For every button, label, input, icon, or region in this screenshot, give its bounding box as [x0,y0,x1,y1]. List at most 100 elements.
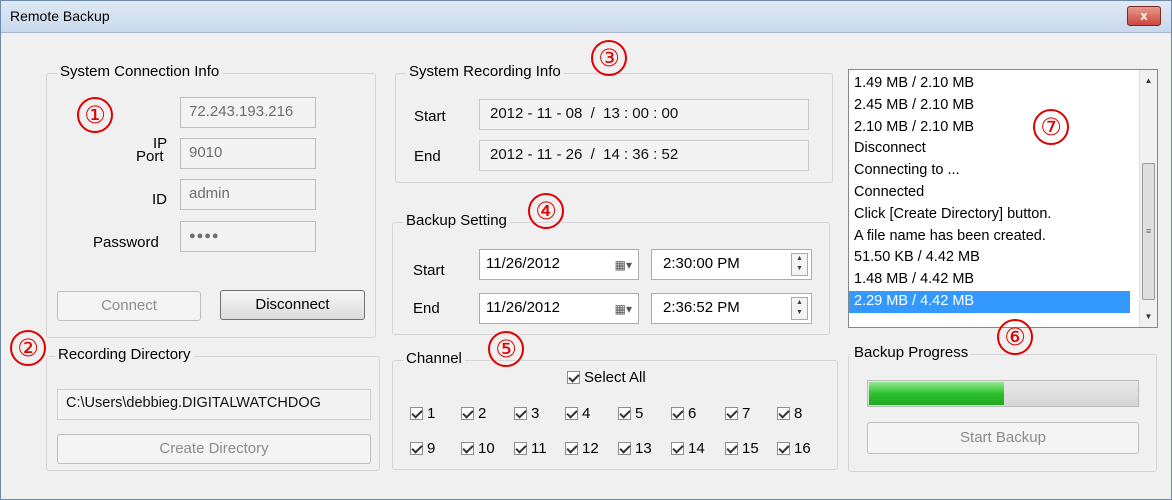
start-backup-button[interactable]: Start Backup [867,422,1139,454]
checkbox-checked-icon [725,442,738,455]
checkbox-checked-icon [565,442,578,455]
channel-checkbox[interactable]: 10 [461,440,495,457]
channel-label: 14 [688,440,705,457]
channel-label: 6 [688,405,697,422]
calendar-icon[interactable]: ▦▾ [615,258,632,272]
backup-end-date-picker[interactable]: 11/26/2012 ▦▾ [479,293,639,324]
recording-end-field: 2012 - 11 - 26 / 14 : 36 : 52 [479,140,809,171]
marker-1: ① [77,97,113,133]
channel-checkbox[interactable]: 16 [777,440,811,457]
password-field[interactable]: ●●●● [180,221,316,252]
id-field[interactable]: admin [180,179,316,210]
channel-label: 5 [635,405,644,422]
channel-checkbox[interactable]: 5 [618,405,643,422]
channel-label: 12 [582,440,599,457]
checkbox-checked-icon [514,442,527,455]
channel-checkbox[interactable]: 15 [725,440,759,457]
system-recording-legend: System Recording Info [406,63,564,80]
log-items: 1.49 MB / 2.10 MB 2.45 MB / 2.10 MB 2.10 M… [849,70,1157,313]
scroll-thumb[interactable]: ≡ [1142,163,1155,300]
log-item[interactable]: 1.48 MB / 4.42 MB [849,269,1157,291]
backup-start-label: Start [413,262,445,279]
channel-label: 15 [742,440,759,457]
channel-checkbox[interactable]: 11 [514,440,547,457]
log-scrollbar[interactable]: ▲ ≡ ▼ [1139,70,1157,327]
channel-label: 4 [582,405,591,422]
backup-start-date-picker[interactable]: 11/26/2012 ▦▾ [479,249,639,280]
backup-end-date: 11/26/2012 [486,299,560,316]
log-item[interactable]: 1.49 MB / 2.10 MB [849,73,1157,95]
log-item[interactable]: Click [Create Directory] button. [849,204,1157,226]
channel-checkbox[interactable]: 3 [514,405,539,422]
checkbox-checked-icon [777,442,790,455]
calendar-icon[interactable]: ▦▾ [615,302,632,316]
channel-checkbox[interactable]: 14 [671,440,705,457]
log-item[interactable]: 51.50 KB / 4.42 MB [849,247,1157,269]
recording-start-label: Start [414,108,446,125]
backup-progress-legend: Backup Progress [851,344,972,361]
scroll-down-icon[interactable]: ▼ [1140,308,1157,325]
port-field[interactable]: 9010 [180,138,316,169]
channel-label: 9 [427,440,436,457]
marker-2: ② [10,330,46,366]
log-item[interactable]: 2.10 MB / 2.10 MB [849,117,1157,139]
backup-progress-group: Backup Progress [848,344,1157,472]
log-item[interactable]: Connected [849,182,1157,204]
channel-checkbox[interactable]: 13 [618,440,652,457]
backup-end-label: End [413,300,440,317]
log-item[interactable]: 2.45 MB / 2.10 MB [849,95,1157,117]
channel-checkbox[interactable]: 7 [725,405,750,422]
close-button[interactable]: x [1127,6,1161,26]
checkbox-checked-icon [410,442,423,455]
channel-label: 13 [635,440,652,457]
checkbox-checked-icon [461,442,474,455]
channel-checkbox[interactable]: 12 [565,440,599,457]
log-item[interactable]: Connecting to ... [849,160,1157,182]
channel-checkbox[interactable]: 2 [461,405,486,422]
log-item[interactable]: A file name has been created. [849,226,1157,248]
channel-checkbox[interactable]: 8 [777,405,802,422]
channel-checkbox[interactable]: 6 [671,405,696,422]
spinner-icon[interactable]: ▲ ▼ [791,253,808,276]
channel-label: 10 [478,440,495,457]
backup-setting-legend: Backup Setting [403,212,510,229]
channel-label: 8 [794,405,803,422]
checkbox-checked-icon [618,407,631,420]
disconnect-button[interactable]: Disconnect [220,290,365,320]
channel-label: 1 [427,405,436,422]
channel-label: 11 [531,440,547,457]
checkbox-checked-icon [567,371,580,384]
log-item[interactable]: Disconnect [849,138,1157,160]
connect-button[interactable]: Connect [57,291,201,321]
recording-start-field: 2012 - 11 - 08 / 13 : 00 : 00 [479,99,809,130]
checkbox-checked-icon [777,407,790,420]
log-item[interactable]: 2.29 MB / 4.42 MB [849,290,1130,313]
channel-label: 2 [478,405,487,422]
checkbox-checked-icon [671,407,684,420]
spinner-icon[interactable]: ▲ ▼ [791,297,808,320]
remote-backup-window: Remote Backup x System Connection Info I… [0,0,1172,500]
backup-start-date: 11/26/2012 [486,255,560,272]
marker-5: ⑤ [488,331,524,367]
backup-start-time-picker[interactable]: 2:30:00 PM ▲ ▼ [651,249,812,280]
marker-7: ⑦ [1033,109,1069,145]
create-directory-button[interactable]: Create Directory [57,434,371,464]
title-bar: Remote Backup x [1,1,1171,33]
channel-label: 16 [794,440,811,457]
channel-label: 7 [742,405,751,422]
channel-checkbox[interactable]: 9 [410,440,435,457]
port-label: Port [136,148,164,165]
channel-checkbox[interactable]: 1 [410,405,435,422]
select-all-label: Select All [584,369,646,386]
select-all-checkbox[interactable]: Select All [567,369,646,386]
directory-path-field[interactable]: C:\Users\debbieg.DIGITALWATCHDOG [57,389,371,420]
ip-field[interactable]: 72.243.193.216 [180,97,316,128]
channel-checkbox[interactable]: 4 [565,405,590,422]
checkbox-checked-icon [514,407,527,420]
recording-end-label: End [414,148,441,165]
backup-start-time: 2:30:00 PM [663,255,740,272]
log-list[interactable]: 1.49 MB / 2.10 MB 2.45 MB / 2.10 MB 2.10 M… [848,69,1158,328]
channel-label: 3 [531,405,540,422]
backup-end-time-picker[interactable]: 2:36:52 PM ▲ ▼ [651,293,812,324]
scroll-up-icon[interactable]: ▲ [1140,72,1157,89]
